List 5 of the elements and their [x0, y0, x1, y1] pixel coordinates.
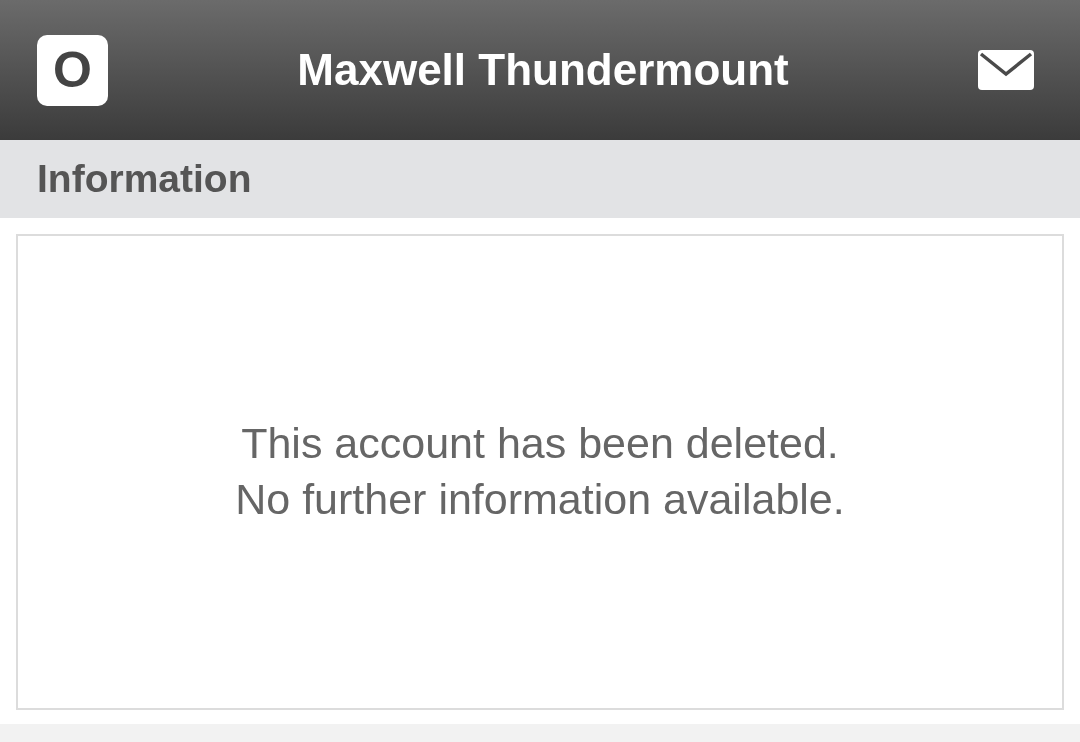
deleted-message: This account has been deleted. No further information available. — [235, 418, 845, 525]
window-title: Maxwell Thundermount — [296, 45, 790, 95]
section-title: Information — [37, 157, 252, 201]
mail-icon[interactable] — [978, 50, 1034, 90]
app-logo[interactable]: O — [37, 34, 108, 106]
